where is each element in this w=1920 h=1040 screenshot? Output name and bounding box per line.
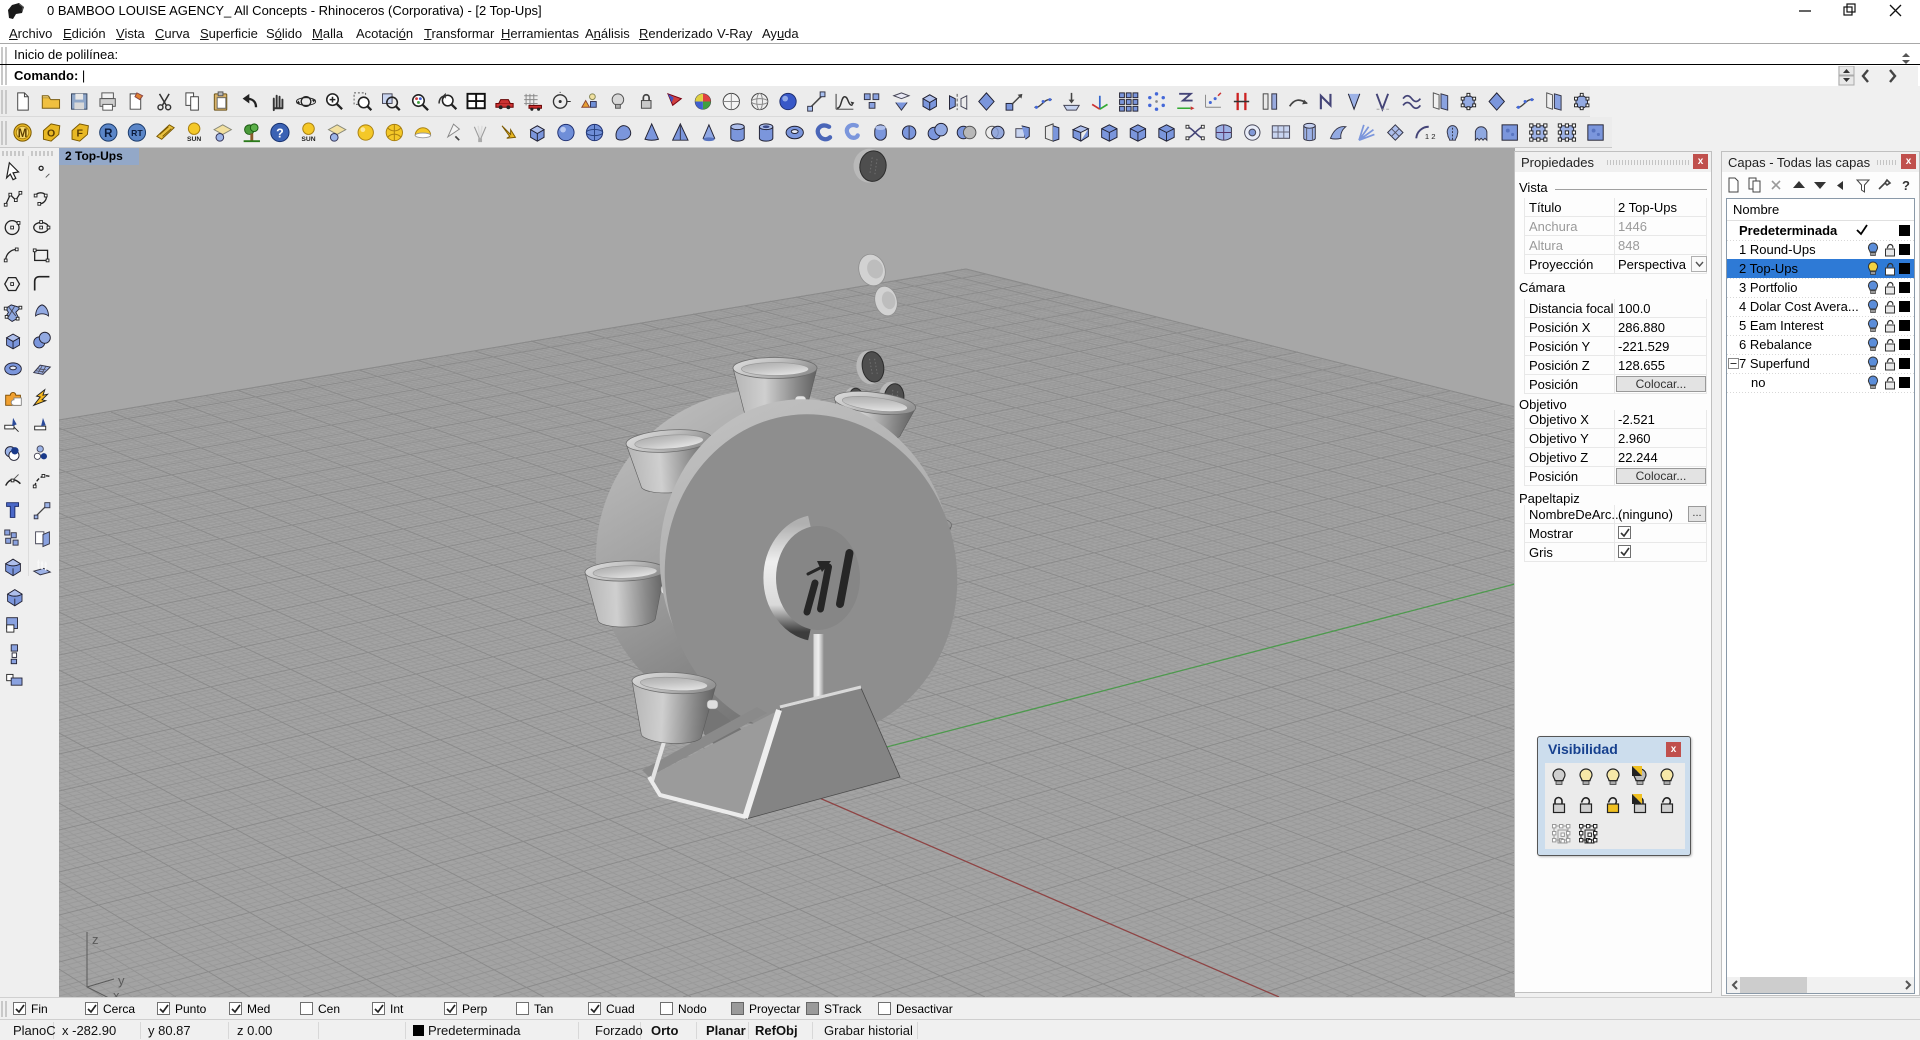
svg-text:z: z [92, 932, 99, 947]
svg-text:y: y [118, 973, 125, 988]
svg-text:x: x [113, 988, 120, 997]
svg-text:?: ? [1902, 178, 1910, 193]
